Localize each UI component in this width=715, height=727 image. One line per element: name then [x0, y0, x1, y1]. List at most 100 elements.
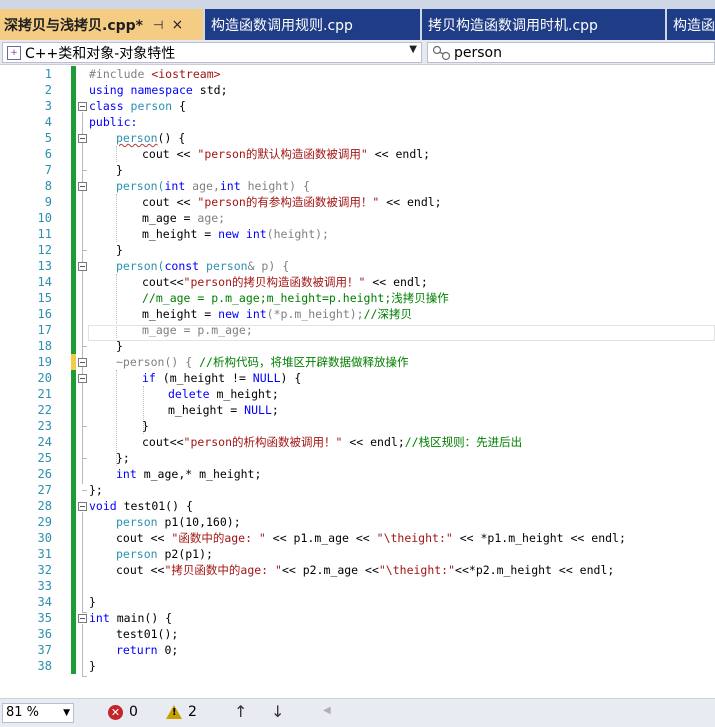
line-number: 22	[37, 403, 52, 417]
code-token: };	[116, 451, 130, 465]
error-count[interactable]: ✕ 0	[108, 704, 138, 720]
outline-guide	[82, 624, 83, 676]
line-number: 14	[37, 275, 52, 289]
code-token: person	[116, 547, 158, 561]
code-line-7: }	[116, 162, 123, 178]
code-token: <iostream>	[151, 67, 221, 81]
arrow-down-icon[interactable]: ↓	[271, 702, 284, 721]
arrow-up-icon[interactable]: ↑	[234, 702, 247, 721]
line-number: 25	[37, 451, 52, 465]
code-token: age,	[185, 179, 220, 193]
code-line-16: m_height = new int(*p.m_height);//深拷贝	[142, 306, 412, 322]
code-line-32: cout <<"拷贝函数中的age: "<< p2.m_age <<"\thei…	[116, 562, 614, 578]
line-number: 29	[37, 515, 52, 529]
code-token: () {	[157, 131, 186, 145]
zoom-dropdown[interactable]: 81 % ▼	[2, 703, 74, 723]
code-token: m_height =	[142, 227, 219, 241]
chevron-down-icon: ▼	[409, 44, 417, 55]
code-line-29: person p1(10,160);	[116, 514, 241, 530]
pin-icon[interactable]: ⊣	[153, 18, 163, 32]
outline-guide	[82, 112, 83, 484]
line-number: 9	[44, 195, 52, 209]
outline-tick	[82, 346, 87, 347]
tab-constructor-rules[interactable]: 构造函数调用规则.cpp	[205, 9, 420, 40]
error-icon: ✕	[108, 704, 123, 720]
code-token: cout <<	[142, 147, 198, 161]
collapse-icon[interactable]	[78, 262, 87, 271]
code-token: (m_height !=	[155, 371, 253, 385]
line-number: 24	[37, 435, 52, 449]
code-token: << p1.m_age <<	[265, 531, 377, 545]
line-number: 31	[37, 547, 52, 561]
code-editor[interactable]: 1 2 3 4 5 6 7 8 9 10 11 12 13 14 15 16 1…	[0, 66, 715, 698]
tab-copy-constructor-timing[interactable]: 拷贝构造函数调用时机.cpp	[422, 9, 665, 40]
code-token: height) {	[240, 179, 310, 193]
code-token: int	[245, 307, 267, 321]
tab-label: 构造函数	[673, 17, 715, 34]
code-token: delete	[168, 387, 210, 401]
code-line-5: person() {	[116, 130, 185, 146]
line-number: 12	[37, 243, 52, 257]
code-line-14: cout<<"person的拷贝构造函数被调用！" << endl;	[142, 274, 428, 290]
line-number: 7	[44, 163, 52, 177]
code-token: //栈区规则：先进后出	[404, 435, 523, 449]
warning-count[interactable]: ! 2	[166, 704, 197, 720]
collapse-icon[interactable]	[78, 374, 87, 383]
indent-guide	[116, 146, 117, 162]
member-dropdown[interactable]: person	[427, 42, 715, 63]
collapse-icon[interactable]	[78, 614, 87, 623]
project-scope-dropdown[interactable]: + C++类和对象-对象特性 ▼	[2, 42, 422, 63]
code-token: "person的析构函数被调用！"	[183, 435, 343, 449]
code-line-3: class person {	[89, 98, 186, 114]
close-icon[interactable]: ×	[171, 17, 183, 33]
code-token: //深拷贝	[363, 307, 412, 321]
code-line-19: ~person() { //析构代码，将堆区开辟数据做释放操作	[116, 354, 408, 370]
code-token: ~person() {	[116, 355, 200, 369]
line-number: 13	[37, 259, 52, 273]
code-token: "\theight:"	[376, 531, 453, 545]
code-token: }	[89, 659, 96, 673]
code-token: ) {	[280, 371, 302, 385]
code-token: }	[142, 419, 149, 433]
outline-tick	[82, 426, 87, 427]
code-token: public:	[89, 115, 138, 129]
code-line-26: int m_age,* m_height;	[116, 466, 261, 482]
code-line-12: }	[116, 242, 123, 258]
code-token: int	[116, 467, 137, 481]
change-indicator-saved	[71, 370, 76, 674]
code-line-31: person p2(p1);	[116, 546, 213, 562]
tab-label: 拷贝构造函数调用时机.cpp	[428, 17, 598, 34]
code-token: cout <<	[116, 563, 165, 577]
line-number: 11	[37, 227, 52, 241]
code-token: new	[218, 307, 239, 321]
code-token: int	[245, 227, 267, 241]
tab-deep-shallow-copy[interactable]: 深拷贝与浅拷贝.cpp* ⊣ ×	[0, 9, 203, 40]
code-line-15: //m_age = p.m_age;m_height=p.height;浅拷贝操…	[142, 290, 449, 306]
line-number: 38	[37, 659, 52, 673]
line-number: 27	[37, 483, 52, 497]
code-line-9: cout << "person的有参构造函数被调用！" << endl;	[142, 194, 442, 210]
code-line-6: cout << "person的默认构造函数被调用" << endl;	[142, 146, 430, 162]
code-token: cout<<	[142, 275, 184, 289]
collapse-icon[interactable]	[78, 182, 87, 191]
line-number: 36	[37, 627, 52, 641]
code-line-30: cout << "函数中的age: " << p1.m_age << "\the…	[116, 530, 626, 546]
code-token: const	[164, 259, 200, 273]
code-token: #include	[89, 67, 152, 81]
code-token: person	[116, 515, 158, 529]
scroll-left-icon[interactable]: ◀	[323, 705, 331, 716]
line-number: 2	[44, 83, 52, 97]
code-token: << endl;	[365, 275, 428, 289]
collapse-icon[interactable]	[78, 102, 87, 111]
line-number: 23	[37, 419, 52, 433]
tab-constructor[interactable]: 构造函数	[667, 9, 715, 40]
code-line-25: };	[116, 450, 130, 466]
collapse-icon[interactable]	[78, 134, 87, 143]
collapse-icon[interactable]	[78, 502, 87, 511]
change-indicator-unsaved	[71, 354, 76, 370]
outline-guide	[82, 512, 83, 612]
code-token: m_height =	[142, 307, 219, 321]
collapse-icon[interactable]	[78, 358, 87, 367]
code-line-21: delete m_height;	[168, 386, 279, 402]
